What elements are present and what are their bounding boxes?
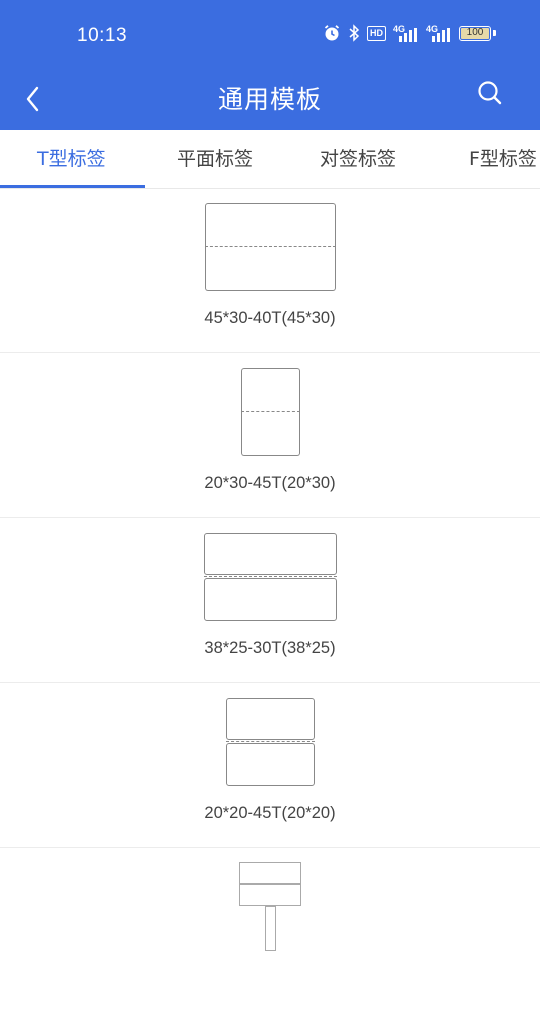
tab-bar: T型标签 平面标签 对签标签 F型标签 — [0, 130, 540, 189]
tear-line — [226, 741, 315, 742]
template-name: 45*30-40T(45*30) — [204, 309, 336, 327]
alarm-icon — [323, 24, 341, 42]
template-name: 20*20-45T(20*20) — [204, 804, 336, 822]
flag-label-top — [239, 862, 301, 884]
label-bottom-part — [205, 247, 336, 291]
template-name: 20*30-45T(20*30) — [204, 474, 336, 492]
template-item[interactable] — [0, 848, 540, 1012]
signal-4g-icon: 4G — [393, 24, 419, 42]
template-item[interactable]: 38*25-30T(38*25) — [0, 518, 540, 683]
battery-icon: 100 — [459, 25, 491, 41]
tab-flat-label[interactable]: 平面标签 — [177, 130, 253, 188]
signal-4g-icon: 4G — [426, 24, 452, 42]
status-bar: 10:13 HD 4G 4G 100 — [0, 0, 540, 72]
bluetooth-icon — [348, 24, 360, 42]
template-item[interactable]: 20*30-45T(20*30) — [0, 353, 540, 518]
flag-label-middle — [239, 884, 301, 906]
label-top-part — [205, 203, 336, 246]
label-preview — [205, 203, 336, 291]
label-bottom-part — [204, 578, 337, 621]
tear-line — [204, 576, 337, 577]
hd-icon: HD — [367, 25, 386, 41]
flag-label-tail — [265, 906, 276, 951]
battery-cap — [493, 30, 496, 36]
template-item[interactable]: 20*20-45T(20*20) — [0, 683, 540, 848]
page-title: 通用模板 — [217, 85, 322, 114]
label-preview — [226, 698, 315, 786]
app-header: 10:13 HD 4G 4G 100 通用模板 — [0, 0, 540, 130]
label-top-part — [204, 533, 337, 575]
status-icons: HD 4G 4G 100 — [323, 24, 496, 42]
template-item[interactable]: 45*30-40T(45*30) — [0, 188, 540, 353]
label-preview — [204, 533, 337, 621]
template-name: 38*25-30T(38*25) — [204, 639, 336, 657]
label-top-part — [226, 698, 315, 740]
status-time: 10:13 — [77, 25, 128, 46]
label-bottom-part — [241, 412, 300, 456]
template-list: 45*30-40T(45*30) 20*30-45T(20*30) 38*25-… — [0, 188, 540, 1012]
label-preview — [241, 368, 300, 456]
battery-level: 100 — [466, 27, 484, 38]
search-icon[interactable] — [476, 79, 504, 107]
tab-pair-label[interactable]: 对签标签 — [320, 130, 396, 188]
tab-f-label[interactable]: F型标签 — [469, 130, 537, 188]
label-top-part — [241, 368, 300, 411]
tab-t-label[interactable]: T型标签 — [37, 130, 106, 188]
nav-bar: 通用模板 — [0, 72, 540, 130]
label-bottom-part — [226, 743, 315, 786]
